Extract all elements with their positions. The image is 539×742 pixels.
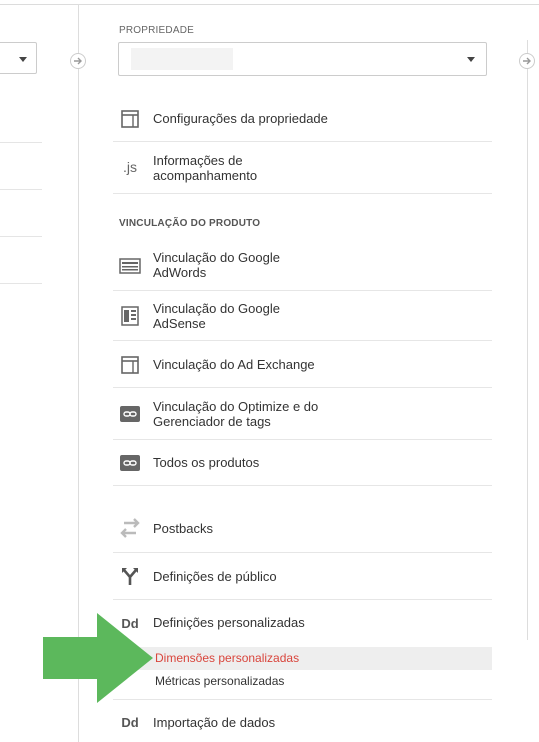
menu-item-adwords-linking[interactable]: Vinculação do Google AdWords xyxy=(113,240,492,291)
menu-item-label: Vinculação do Ad Exchange xyxy=(153,357,315,372)
menu-item-label: Vinculação do Google AdSense xyxy=(153,301,280,331)
menu-item-adexchange-linking[interactable]: Vinculação do Ad Exchange xyxy=(113,341,492,388)
menu-item-label: Todos os produtos xyxy=(153,455,260,470)
menu-item-tracking-info[interactable]: .js Informações de acompanhamento xyxy=(113,142,492,194)
menu-item-label: Definições de público xyxy=(153,569,277,584)
menu-item-label: Configurações da propriedade xyxy=(153,111,328,126)
menu-item-custom-definitions[interactable]: Dd Definições personalizadas xyxy=(113,600,492,646)
arrow-right-icon xyxy=(519,53,535,69)
chevron-down-icon xyxy=(19,57,27,62)
menu-item-label: Definições personalizadas xyxy=(153,615,305,630)
dd-icon: Dd xyxy=(121,714,139,730)
menu-item-audience-definitions[interactable]: Definições de público xyxy=(113,553,492,600)
left-row-divider xyxy=(0,236,42,237)
menu-item-label: Informações de acompanhamento xyxy=(153,153,258,183)
window-icon xyxy=(119,108,141,130)
link-icon xyxy=(119,452,141,474)
menu-item-label: Postbacks xyxy=(153,521,213,536)
adwords-icon xyxy=(119,255,141,277)
property-select[interactable] xyxy=(118,42,487,76)
submenu-item-custom-dimensions[interactable]: Dimensões personalizadas xyxy=(113,647,492,670)
menu-item-property-settings[interactable]: Configurações da propriedade xyxy=(113,96,492,142)
chevron-down-icon xyxy=(467,57,475,62)
property-name-redacted xyxy=(131,48,233,70)
menu-item-label: Vinculação do Optimize e do Gerenciador d… xyxy=(153,399,319,429)
menu-item-label: Vinculação do Google AdWords xyxy=(153,250,280,280)
arrow-right-icon xyxy=(70,53,86,69)
submenu-item-custom-metrics[interactable]: Métricas personalizadas xyxy=(113,670,492,693)
top-divider xyxy=(0,4,539,5)
left-row-divider xyxy=(0,189,42,190)
account-select[interactable] xyxy=(0,42,37,74)
link-icon xyxy=(119,403,141,425)
menu-item-postbacks[interactable]: Postbacks xyxy=(113,506,492,553)
left-row-divider xyxy=(0,283,42,284)
section-header-product-linking: VINCULAÇÃO DO PRODUTO xyxy=(119,218,261,229)
menu-item-data-import[interactable]: Dd Importação de dados xyxy=(113,700,492,742)
menu-item-optimize-linking[interactable]: Vinculação do Optimize e do Gerenciador d… xyxy=(113,388,492,440)
swap-arrows-icon xyxy=(119,517,141,539)
window-icon xyxy=(119,354,141,376)
column-connector-line xyxy=(527,40,528,640)
fork-icon xyxy=(119,565,141,587)
left-row-divider xyxy=(0,142,42,143)
adsense-icon xyxy=(119,305,141,327)
pointer-arrow-icon xyxy=(43,613,153,703)
menu-item-all-products[interactable]: Todos os produtos xyxy=(113,440,492,486)
menu-item-adsense-linking[interactable]: Vinculação do Google AdSense xyxy=(113,291,492,341)
property-label: PROPRIEDADE xyxy=(119,25,194,36)
menu-item-label: Importação de dados xyxy=(153,715,276,730)
js-icon: .js xyxy=(123,159,137,175)
